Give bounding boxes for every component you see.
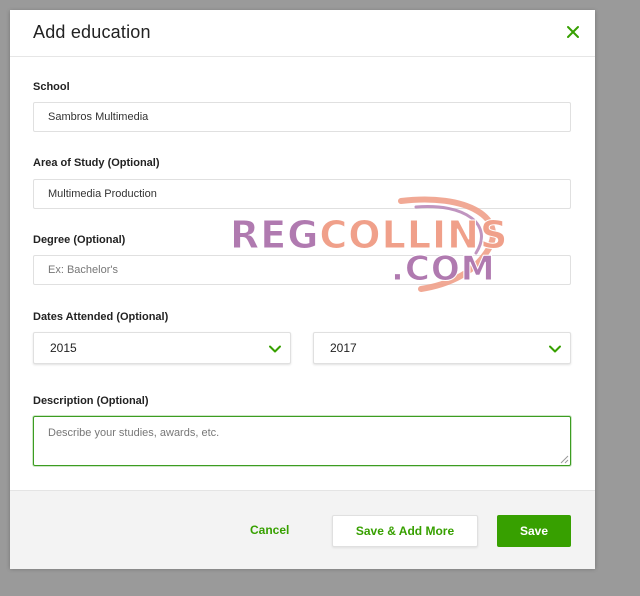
- date-from-select[interactable]: 2015: [33, 332, 291, 364]
- date-to-select[interactable]: 2017: [313, 332, 571, 364]
- date-from-value: 2015: [50, 341, 77, 355]
- dates-attended-label: Dates Attended (Optional): [33, 311, 169, 323]
- chevron-down-icon: [549, 345, 561, 353]
- modal-header: Add education: [10, 10, 595, 57]
- description-label: Description (Optional): [33, 395, 149, 407]
- resize-grip-icon[interactable]: [560, 455, 569, 464]
- save-and-add-more-button[interactable]: Save & Add More: [332, 515, 478, 547]
- area-of-study-label: Area of Study (Optional): [33, 157, 160, 169]
- modal-footer: Cancel Save & Add More Save: [10, 490, 595, 569]
- school-label: School: [33, 81, 70, 93]
- modal-title: Add education: [33, 22, 151, 42]
- date-to-value: 2017: [330, 341, 357, 355]
- close-button[interactable]: [565, 24, 581, 40]
- chevron-down-icon: [269, 345, 281, 353]
- cancel-button[interactable]: Cancel: [250, 523, 289, 537]
- degree-label: Degree (Optional): [33, 234, 126, 246]
- degree-input[interactable]: [33, 255, 571, 285]
- add-education-modal: Add education School Area of Study (Opti…: [10, 10, 595, 569]
- close-icon: [567, 26, 579, 38]
- save-button[interactable]: Save: [497, 515, 571, 547]
- description-textarea[interactable]: [33, 416, 571, 466]
- school-input[interactable]: [33, 102, 571, 132]
- area-of-study-input[interactable]: [33, 179, 571, 209]
